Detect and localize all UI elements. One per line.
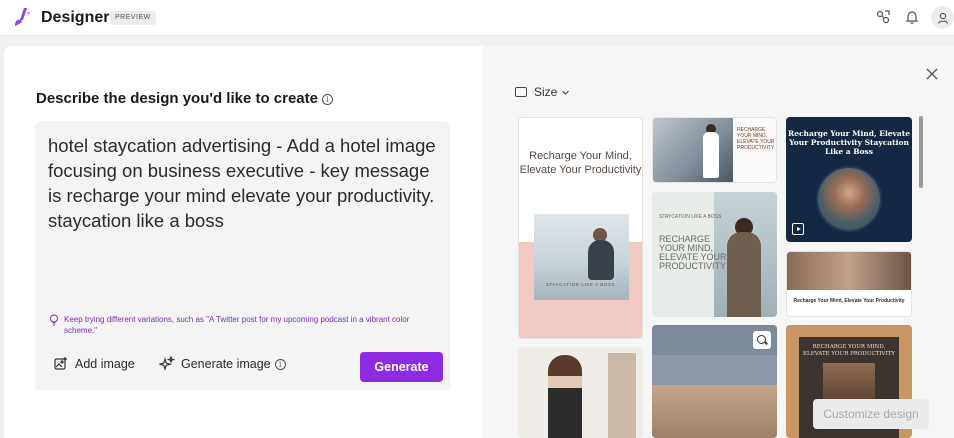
thumbnail-photo xyxy=(787,252,911,290)
design-thumbnail[interactable] xyxy=(652,325,777,438)
thumbnail-subtext: STAYCATION LIKE A BOSS xyxy=(659,214,722,220)
prompt-actions: Add image Generate image i Generate xyxy=(35,340,450,390)
design-thumbnail[interactable]: Recharge Your Mind, Elevate Your Product… xyxy=(786,251,912,317)
design-thumbnail[interactable]: Recharge Your Mind, Elevate Your Product… xyxy=(786,117,912,242)
thumbnail-photo xyxy=(548,355,582,438)
thumbnail-text: RECHARGE YOUR MIND, ELEVATE YOUR PRODUCT… xyxy=(803,344,895,357)
prompt-heading-text: Describe the design you'd like to create xyxy=(36,90,318,107)
add-image-button[interactable]: Add image xyxy=(53,356,135,372)
size-dropdown[interactable]: Size xyxy=(515,85,570,99)
add-image-icon xyxy=(54,357,67,370)
thumbnail-title: Recharge Your Mind, Elevate Your Product… xyxy=(519,150,642,176)
preview-badge: PREVIEW xyxy=(110,11,156,25)
thumbnail-caption: STAYCATION LIKE A BOSS xyxy=(545,282,616,287)
customize-design-button[interactable]: Customize design xyxy=(813,399,929,429)
thumbnail-text: Recharge Your Mind, Elevate Your Product… xyxy=(787,129,911,156)
thumbnail-text: RECHARGE YOUR MIND, ELEVATE YOUR PRODUCT… xyxy=(659,234,727,271)
design-thumbnail[interactable]: RECHARGE YOUR MIND, ELEVATE YOUR PRODUCT… xyxy=(652,117,777,183)
generate-image-label: Generate image xyxy=(181,357,271,371)
sparkle-icon xyxy=(159,356,175,371)
notification-icon[interactable] xyxy=(902,7,922,27)
play-icon xyxy=(792,223,804,235)
design-thumbnail[interactable]: Recharge Your Mind, Elevate Your Product… xyxy=(518,117,643,339)
generate-image-button[interactable]: Generate image i xyxy=(159,356,286,372)
prompt-text[interactable]: hotel staycation advertising - Add a hot… xyxy=(48,133,443,233)
close-icon[interactable] xyxy=(925,67,939,81)
thumbnail-photo xyxy=(534,214,629,300)
hint-text: Keep trying different variations, such a… xyxy=(49,314,439,336)
designer-logo-icon[interactable] xyxy=(12,7,32,29)
chevron-down-icon xyxy=(562,90,570,95)
thumbnail-photo xyxy=(823,363,875,403)
app-title: Designer xyxy=(41,9,110,26)
account-icon[interactable] xyxy=(931,6,954,29)
share-icon[interactable] xyxy=(873,7,893,27)
lightbulb-icon xyxy=(50,314,58,326)
top-bar: Designer PREVIEW xyxy=(0,0,954,36)
thumbnail-text: RECHARGE YOUR MIND, ELEVATE YOUR PRODUCT… xyxy=(737,127,775,151)
design-thumbnail[interactable] xyxy=(518,347,643,438)
generate-image-info-icon[interactable]: i xyxy=(274,358,286,370)
zoom-icon[interactable] xyxy=(753,331,771,349)
design-thumbnail[interactable]: STAYCATION LIKE A BOSS RECHARGE YOUR MIN… xyxy=(652,192,777,317)
thumbnail-text: Recharge Your Mind, Elevate Your Product… xyxy=(793,298,905,304)
thumbnail-photo xyxy=(653,118,733,182)
size-label: Size xyxy=(534,85,558,99)
thumbnail-photo xyxy=(816,166,882,232)
prompt-heading: Describe the design you'd like to create… xyxy=(36,90,333,107)
results-panel: Size Recharge Your Mind, Elevate Your Pr… xyxy=(482,46,954,438)
scrollbar[interactable] xyxy=(919,116,923,188)
add-image-label: Add image xyxy=(75,357,135,371)
prompt-panel: Describe the design you'd like to create… xyxy=(4,46,482,438)
info-icon[interactable]: i xyxy=(322,94,333,105)
hint-label: Keep trying different variations, such a… xyxy=(64,315,410,335)
resize-icon xyxy=(515,87,527,97)
generate-button[interactable]: Generate xyxy=(360,352,443,382)
